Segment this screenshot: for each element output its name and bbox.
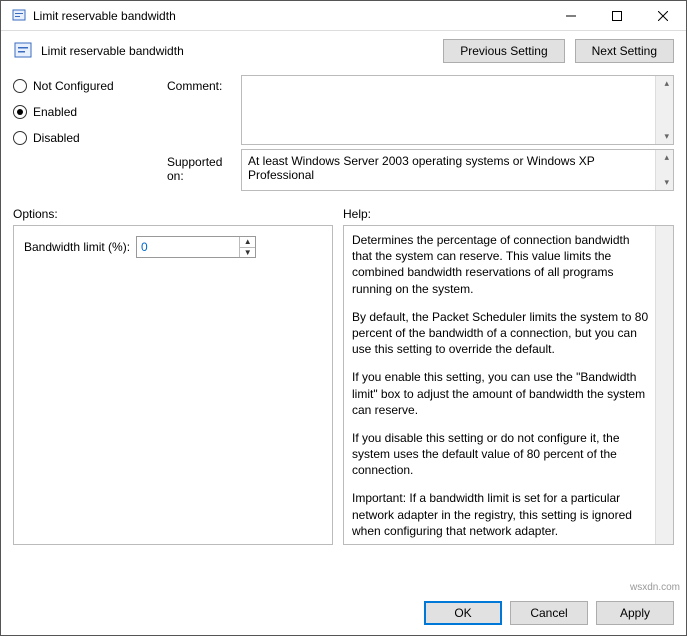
- radio-label: Enabled: [33, 105, 77, 119]
- comment-label: Comment:: [167, 75, 237, 93]
- window-title: Limit reservable bandwidth: [33, 9, 548, 23]
- minimize-button[interactable]: [548, 1, 594, 30]
- radio-label: Disabled: [33, 131, 80, 145]
- scroll-down-icon[interactable]: ▾: [664, 177, 669, 188]
- radio-label: Not Configured: [33, 79, 114, 93]
- spinner-up-icon[interactable]: ▲: [240, 237, 255, 247]
- scroll-up-icon[interactable]: ▴: [664, 152, 669, 163]
- bandwidth-limit-input[interactable]: [137, 237, 239, 257]
- scroll-down-icon[interactable]: ▾: [664, 131, 669, 142]
- previous-setting-button[interactable]: Previous Setting: [443, 39, 564, 63]
- help-heading: Help:: [343, 207, 674, 221]
- dialog-header: Limit reservable bandwidth Previous Sett…: [1, 31, 686, 71]
- dialog-footer: OK Cancel Apply: [1, 593, 686, 635]
- maximize-button[interactable]: [594, 1, 640, 30]
- window-buttons: [548, 1, 686, 30]
- bandwidth-limit-label: Bandwidth limit (%):: [24, 240, 130, 254]
- radio-icon: [13, 131, 27, 145]
- radio-icon: [13, 79, 27, 93]
- supported-on-box: At least Windows Server 2003 operating s…: [241, 149, 674, 191]
- ok-button[interactable]: OK: [424, 601, 502, 625]
- options-panel: Bandwidth limit (%): ▲ ▼: [13, 225, 333, 545]
- supported-on-text: At least Windows Server 2003 operating s…: [248, 154, 595, 182]
- radio-disabled[interactable]: Disabled: [13, 131, 163, 145]
- bandwidth-limit-spinner[interactable]: ▲ ▼: [136, 236, 256, 258]
- config-grid: Not Configured Enabled Disabled Comment:…: [1, 71, 686, 203]
- bandwidth-limit-row: Bandwidth limit (%): ▲ ▼: [24, 236, 322, 258]
- close-button[interactable]: [640, 1, 686, 30]
- help-paragraph: Determines the percentage of connection …: [352, 232, 651, 297]
- next-setting-button[interactable]: Next Setting: [575, 39, 674, 63]
- help-paragraph: Important: If a bandwidth limit is set f…: [352, 490, 651, 539]
- panels: Bandwidth limit (%): ▲ ▼ Determines the …: [1, 225, 686, 553]
- policy-icon: [13, 41, 33, 61]
- spinner-down-icon[interactable]: ▼: [240, 247, 255, 258]
- watermark: wsxdn.com: [630, 582, 680, 593]
- help-paragraph: If you enable this setting, you can use …: [352, 369, 651, 418]
- radio-icon: [13, 105, 27, 119]
- options-heading: Options:: [13, 207, 343, 221]
- help-paragraph: If you disable this setting or do not co…: [352, 430, 651, 479]
- help-panel: Determines the percentage of connection …: [343, 225, 674, 545]
- scroll-up-icon[interactable]: ▴: [664, 78, 669, 89]
- titlebar: Limit reservable bandwidth: [1, 1, 686, 31]
- apply-button[interactable]: Apply: [596, 601, 674, 625]
- comment-textarea[interactable]: ▴ ▾: [241, 75, 674, 145]
- supported-label: Supported on:: [167, 149, 237, 183]
- radio-not-configured[interactable]: Not Configured: [13, 79, 163, 93]
- state-radios: Not Configured Enabled Disabled: [13, 75, 163, 145]
- cancel-button[interactable]: Cancel: [510, 601, 588, 625]
- radio-enabled[interactable]: Enabled: [13, 105, 163, 119]
- section-headings: Options: Help:: [1, 203, 686, 225]
- help-paragraph: By default, the Packet Scheduler limits …: [352, 309, 651, 358]
- dialog-title: Limit reservable bandwidth: [41, 44, 443, 58]
- app-icon: [11, 8, 27, 24]
